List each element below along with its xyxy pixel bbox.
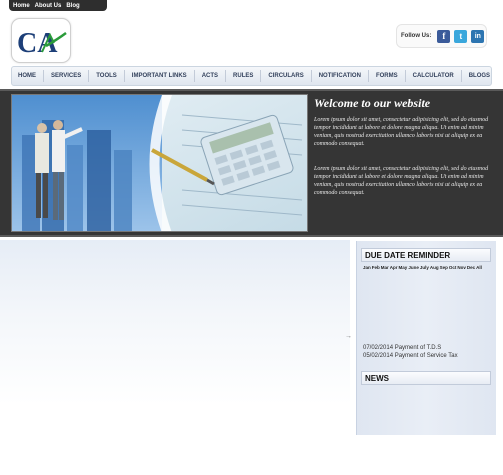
month-may[interactable]: May	[399, 265, 408, 270]
linkedin-icon[interactable]: in	[471, 29, 485, 43]
welcome-heading: Welcome to our website	[314, 96, 431, 110]
main-content-area	[0, 240, 350, 475]
nav-important-links[interactable]: IMPORTANT LINKS	[132, 73, 187, 79]
nav-circulars[interactable]: CIRCULARS	[268, 73, 303, 79]
nav-blogs[interactable]: BLOGS	[469, 73, 490, 79]
news-title: NEWS	[361, 371, 491, 385]
month-nov[interactable]: Nov	[457, 265, 466, 270]
month-dec[interactable]: Dec	[467, 265, 475, 270]
hero-banner: Welcome to our website Lorem ipsum dolor…	[0, 89, 503, 237]
top-links-bar: Home About Us Blog	[9, 0, 107, 11]
month-apr[interactable]: Apr	[390, 265, 398, 270]
nav-acts[interactable]: ACTS	[202, 73, 218, 79]
month-mar[interactable]: Mar	[381, 265, 389, 270]
month-june[interactable]: June	[408, 265, 419, 270]
reminder-item[interactable]: 07/02/2014 Payment of T.D.S	[363, 345, 441, 351]
nav-notification[interactable]: NOTIFICATION	[319, 73, 361, 79]
month-all[interactable]: All	[476, 265, 482, 270]
month-sep[interactable]: Sep	[440, 265, 448, 270]
twitter-icon[interactable]: t	[454, 29, 468, 43]
site-logo[interactable]: CA	[11, 18, 71, 63]
follow-us-label: Follow Us:	[401, 33, 432, 39]
welcome-paragraph-1: Lorem ipsum dolor sit amet, consectetur …	[314, 117, 489, 147]
month-oct[interactable]: Oct	[449, 265, 457, 270]
banner-illustration	[12, 95, 307, 231]
follow-us-panel: Follow Us: f t in	[396, 24, 487, 48]
top-link-about-us[interactable]: About Us	[35, 3, 62, 9]
sidebar: DUE DATE REMINDER Jan Feb Mar Apr May Ju…	[356, 241, 496, 435]
ca-logo-icon: CA	[17, 28, 67, 59]
main-nav: HOME SERVICES TOOLS IMPORTANT LINKS ACTS…	[11, 66, 492, 86]
month-feb[interactable]: Feb	[372, 265, 380, 270]
month-july[interactable]: July	[420, 265, 429, 270]
banner-image	[11, 94, 308, 232]
top-link-home[interactable]: Home	[13, 3, 30, 9]
month-filter: Jan Feb Mar Apr May June July Aug Sep Oc…	[363, 265, 482, 270]
arrow-icon: →	[345, 333, 352, 340]
top-link-blog[interactable]: Blog	[66, 3, 79, 9]
nav-calculator[interactable]: CALCULATOR	[413, 73, 454, 79]
nav-home[interactable]: HOME	[18, 73, 36, 79]
nav-services[interactable]: SERVICES	[51, 73, 81, 79]
due-date-reminder-title: DUE DATE REMINDER	[361, 248, 491, 262]
nav-rules[interactable]: RULES	[233, 73, 253, 79]
reminder-item[interactable]: 05/02/2014 Payment of Service Tax	[363, 353, 458, 359]
welcome-paragraph-2: Lorem ipsum dolor sit amet, consectetur …	[314, 166, 489, 196]
month-jan[interactable]: Jan	[363, 265, 371, 270]
nav-tools[interactable]: TOOLS	[96, 73, 117, 79]
nav-forms[interactable]: FORMS	[376, 73, 398, 79]
facebook-icon[interactable]: f	[437, 29, 451, 43]
month-aug[interactable]: Aug	[430, 265, 439, 270]
